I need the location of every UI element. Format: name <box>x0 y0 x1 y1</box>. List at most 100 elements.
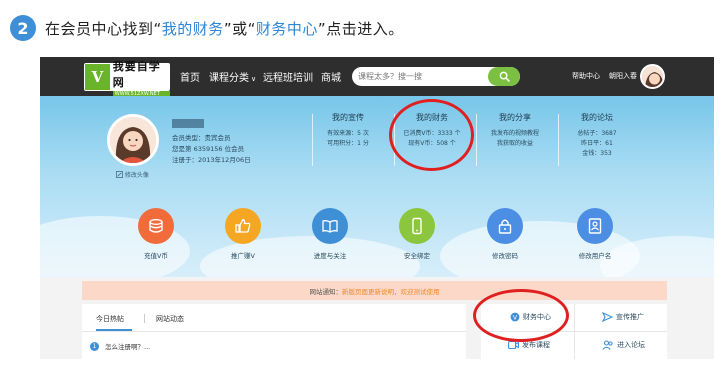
logo-text: 我要自学网 WWW.51ZXW.NET <box>112 58 170 97</box>
feature-label: 进度与关注 <box>313 252 347 260</box>
member-type: 会员类型：贵宾会员 <box>172 134 231 142</box>
feature-circle <box>138 208 174 244</box>
divider <box>574 304 575 359</box>
blurred-username <box>172 119 204 128</box>
stat-my-promotion[interactable]: 我的宣传 有效来源：5 次 可用积分：1 分 <box>312 112 384 149</box>
logo-mark: V <box>85 64 110 90</box>
stat-line: 昨日平：61 <box>581 140 613 147</box>
feature-circle <box>225 208 261 244</box>
feature-label: 充值V币 <box>144 252 168 260</box>
stat-title: 我的宣传 <box>332 113 364 122</box>
lock-icon <box>498 219 512 234</box>
instruction-quote-open-1: “ <box>153 19 162 38</box>
stat-line: 我获取的收益 <box>496 140 533 147</box>
top-navbar: V 我要自学网 WWW.51ZXW.NET 首页 课程分类 ∨ 远程班培训 商城 … <box>40 57 714 97</box>
edit-avatar-link[interactable]: 修改头像 <box>116 170 149 179</box>
profile-avatar[interactable] <box>107 114 159 166</box>
stat-my-forum[interactable]: 我的论坛 总帖子：3687 昨日平：61 金钱：353 <box>561 112 633 159</box>
instruction-highlight-finance-center: 财务中心 <box>255 19 318 38</box>
avatar[interactable] <box>640 64 665 89</box>
list-item[interactable]: 1 怎么注册啊？... <box>90 341 150 351</box>
instruction-quote-close-2: ” <box>317 19 327 38</box>
chevron-down-icon: ∨ <box>251 75 257 83</box>
stat-divider <box>558 114 559 166</box>
tab-site-news[interactable]: 网站动态 <box>156 314 184 324</box>
step-number-badge: 2 <box>10 15 36 41</box>
feature-label: 安全绑定 <box>404 252 430 260</box>
nav-mall[interactable]: 商城 <box>321 69 341 84</box>
instruction-text: 在会员中心找到“我的财务”或“财务中心”点击进入。 <box>45 18 404 39</box>
nav-home[interactable]: 首页 <box>180 69 200 84</box>
search-icon <box>499 71 510 82</box>
notice-lead: 网站通知： <box>309 287 343 296</box>
stat-line: 我发布的视频教程 <box>490 130 539 137</box>
search-box <box>352 67 520 86</box>
logo-name: 我要自学网 <box>112 59 161 89</box>
stat-line: 有效来源：5 次 <box>327 130 369 137</box>
stat-title: 我的论坛 <box>581 113 613 122</box>
feature-recharge[interactable]: 充值V币 <box>121 208 191 260</box>
stat-divider <box>476 114 477 166</box>
stat-line: 可用积分：1 分 <box>327 140 369 147</box>
feature-security-binding[interactable]: 安全绑定 <box>382 208 452 260</box>
notice-link[interactable]: 新版页面更新说明，欢迎测试使用 <box>342 286 440 296</box>
stat-my-share[interactable]: 我的分享 我发布的视频教程 我获取的收益 <box>479 112 551 149</box>
coins-icon <box>149 219 163 233</box>
highlight-ring-my-finance <box>389 99 474 171</box>
user-avatar-illustration <box>642 66 663 87</box>
feature-circle <box>312 208 348 244</box>
member-center-screenshot: V 我要自学网 WWW.51ZXW.NET 首页 课程分类 ∨ 远程班培训 商城 … <box>40 57 714 359</box>
instruction-line: 2 在会员中心找到“我的财务”或“财务中心”点击进入。 <box>10 14 404 42</box>
instruction-or: 或 <box>232 19 248 38</box>
nav-remote-training[interactable]: 远程班培训 <box>263 69 313 84</box>
register-time: 注册于：2013年12月06日 <box>172 156 251 164</box>
feature-change-password[interactable]: 修改密码 <box>470 208 540 260</box>
enter-forum-label: 进入论坛 <box>617 341 645 349</box>
promote-button[interactable]: 宣传推广 <box>602 312 644 322</box>
book-icon <box>322 220 338 233</box>
stat-line: 总帖子：3687 <box>577 130 617 137</box>
member-rank: 您是第 6359156 位会员 <box>172 145 245 153</box>
site-notice-bar: 网站通知： 新版页面更新说明，欢迎测试使用 <box>82 281 667 300</box>
member-hero: 修改头像 会员类型：贵宾会员 您是第 6359156 位会员 注册于：2013年… <box>40 96 714 277</box>
active-tab-indicator <box>96 329 132 331</box>
id-card-icon <box>588 218 602 234</box>
highlight-ring-finance-center <box>473 289 569 342</box>
feature-circle <box>577 208 613 244</box>
nav-course-categories-label: 课程分类 <box>209 73 249 84</box>
site-logo[interactable]: V 我要自学网 WWW.51ZXW.NET <box>84 60 170 97</box>
nav-course-categories[interactable]: 课程分类 ∨ <box>209 69 256 84</box>
instruction-quote-close-1: ” <box>223 19 233 38</box>
instruction-lead: 在会员中心找到 <box>45 19 154 38</box>
instruction-tail: 点击进入。 <box>326 19 404 38</box>
phone-icon <box>412 217 422 235</box>
search-button[interactable] <box>488 67 520 86</box>
stat-line: 金钱：353 <box>582 150 612 157</box>
promote-label: 宣传推广 <box>616 313 644 321</box>
user-info: 会员类型：贵宾会员 您是第 6359156 位会员 注册于：2013年12月06… <box>172 119 251 166</box>
instruction-highlight-my-finance: 我的财务 <box>161 19 224 38</box>
edit-icon <box>116 171 123 178</box>
feature-progress-follow[interactable]: 进度与关注 <box>295 208 365 260</box>
tab-separator <box>144 314 145 323</box>
username-link[interactable]: 朝阳入春 <box>609 71 637 81</box>
tab-hot-posts[interactable]: 今日热帖 <box>96 314 124 324</box>
stat-title: 我的分享 <box>499 113 531 122</box>
enter-forum-button[interactable]: 进入论坛 <box>602 340 645 350</box>
search-input[interactable] <box>358 70 478 83</box>
instruction-quote-open-2: “ <box>247 19 256 38</box>
feature-circle <box>487 208 523 244</box>
thumbs-up-icon <box>235 218 251 233</box>
feature-circle <box>399 208 435 244</box>
post-index-badge: 1 <box>90 341 99 351</box>
feature-promote-earn[interactable]: 推广赚V <box>208 208 278 260</box>
feature-label: 修改用户名 <box>578 252 612 260</box>
feature-change-username[interactable]: 修改用户名 <box>560 208 630 260</box>
tab-baseline <box>82 331 466 332</box>
feature-label: 推广赚V <box>231 252 255 260</box>
help-center-link[interactable]: 帮助中心 <box>572 71 600 81</box>
send-icon <box>602 312 613 322</box>
profile-avatar-illustration <box>110 117 156 163</box>
users-icon <box>602 340 613 350</box>
post-title: 怎么注册啊？... <box>105 343 151 351</box>
